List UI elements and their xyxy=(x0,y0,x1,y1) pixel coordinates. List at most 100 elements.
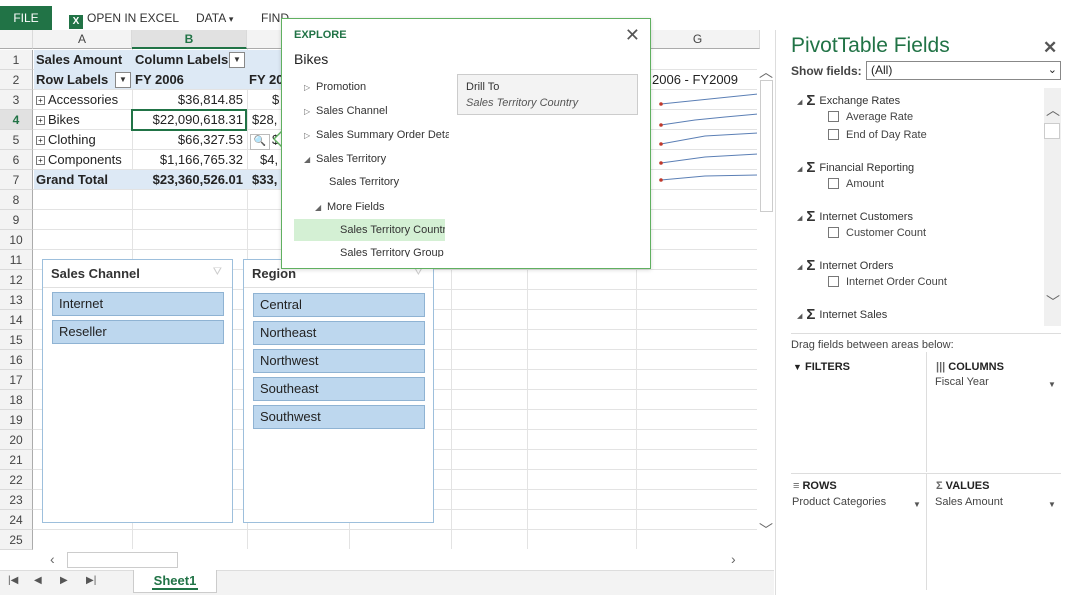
expand-icon[interactable]: + xyxy=(36,136,45,145)
expand-icon[interactable]: + xyxy=(36,96,45,105)
row-header[interactable]: 10 xyxy=(0,230,33,250)
collapse-arrow-icon[interactable]: ◢ xyxy=(797,166,802,173)
tree-item-sales-territory-country[interactable]: Sales Territory Country xyxy=(340,224,445,236)
prev-sheet-icon[interactable]: ◀ xyxy=(34,575,42,586)
slicer-item-southwest[interactable]: Southwest xyxy=(253,405,425,429)
field-group-internet-orders[interactable]: ◢ Σ Internet Orders xyxy=(797,257,893,274)
fields-scroll-thumb[interactable] xyxy=(1044,123,1060,139)
scroll-right-icon[interactable]: › xyxy=(731,551,736,567)
scroll-left-icon[interactable]: ‹ xyxy=(50,551,55,567)
field-amount[interactable]: Amount xyxy=(828,178,884,190)
cell-a1[interactable]: Sales Amount xyxy=(34,50,132,70)
tree-item-sales-summary[interactable]: ▷ Sales Summary Order Deta xyxy=(304,129,449,141)
file-tab[interactable]: FILE xyxy=(0,6,52,30)
horizontal-scroll-thumb[interactable] xyxy=(67,552,178,568)
tree-item-more-fields[interactable]: ◢ More Fields xyxy=(315,201,384,213)
row-header[interactable]: 25 xyxy=(0,530,33,550)
field-average-rate[interactable]: Average Rate xyxy=(828,111,913,123)
field-end-of-day-rate[interactable]: End of Day Rate xyxy=(828,129,927,141)
collapse-arrow-icon[interactable]: ◢ xyxy=(315,203,327,212)
row-header[interactable]: 22 xyxy=(0,470,33,490)
cell-a2[interactable]: Row Labels xyxy=(34,70,116,90)
select-all-corner[interactable] xyxy=(0,30,33,49)
expand-arrow-icon[interactable]: ▷ xyxy=(304,107,316,116)
close-icon[interactable]: ✕ xyxy=(625,25,640,46)
row-header[interactable]: 16 xyxy=(0,350,33,370)
row-header[interactable]: 1 xyxy=(0,50,33,70)
clear-filter-icon[interactable]: ⛛ xyxy=(213,266,222,279)
data-menu[interactable]: DATA ▾ xyxy=(196,6,233,30)
chevron-down-icon[interactable]: ▼ xyxy=(913,500,921,509)
row-header[interactable]: 9 xyxy=(0,210,33,230)
slicer-item-internet[interactable]: Internet xyxy=(52,292,224,316)
row-header[interactable]: 12 xyxy=(0,270,33,290)
row-header[interactable]: 2 xyxy=(0,70,33,90)
expand-icon[interactable]: + xyxy=(36,116,45,125)
cell-c2[interactable]: FY 20 xyxy=(247,70,283,90)
values-field-sales-amount[interactable]: Sales Amount xyxy=(935,496,1003,508)
last-sheet-icon[interactable]: ▶| xyxy=(86,575,96,586)
columns-field-fiscal-year[interactable]: Fiscal Year xyxy=(935,376,989,388)
field-internet-order-count[interactable]: Internet Order Count xyxy=(828,276,947,288)
checkbox[interactable] xyxy=(828,276,839,287)
row-header[interactable]: 17 xyxy=(0,370,33,390)
tree-item-sales-channel[interactable]: ▷ Sales Channel xyxy=(304,105,388,117)
row-header[interactable]: 23 xyxy=(0,490,33,510)
scroll-down-icon[interactable]: ﹀ xyxy=(1046,292,1060,312)
fields-list[interactable]: ◢ Σ Exchange Rates Average Rate End of Day… xyxy=(791,88,1061,326)
row-header[interactable]: 21 xyxy=(0,450,33,470)
cell-b6[interactable]: $1,166,765.32 xyxy=(133,150,245,170)
sheet-tab-sheet1[interactable]: Sheet1 xyxy=(133,570,217,593)
slicer-item-central[interactable]: Central xyxy=(253,293,425,317)
field-group-financial-reporting[interactable]: ◢ Σ Financial Reporting xyxy=(797,159,914,176)
row-header[interactable]: 6 xyxy=(0,150,33,170)
column-labels-filter-button[interactable]: ▼ xyxy=(229,52,245,68)
cell-b1[interactable]: Column Labels xyxy=(133,50,233,70)
slicer-item-southeast[interactable]: Southeast xyxy=(253,377,425,401)
row-header[interactable]: 8 xyxy=(0,190,33,210)
vertical-scroll-thumb[interactable] xyxy=(760,80,773,212)
scroll-down-icon[interactable]: ﹀ xyxy=(759,520,773,540)
collapse-arrow-icon[interactable]: ◢ xyxy=(304,155,316,164)
checkbox[interactable] xyxy=(828,129,839,140)
open-in-excel-button[interactable]: X OPEN IN EXCEL xyxy=(69,6,179,30)
collapse-arrow-icon[interactable]: ◢ xyxy=(797,264,802,271)
cell-b3[interactable]: $36,814.85 xyxy=(133,90,245,110)
row-header[interactable]: 13 xyxy=(0,290,33,310)
expand-arrow-icon[interactable]: ▷ xyxy=(304,131,316,140)
cell-c7[interactable]: $33, xyxy=(250,170,284,190)
row-header[interactable]: 11 xyxy=(0,250,33,270)
column-header-b[interactable]: B xyxy=(132,30,247,49)
checkbox[interactable] xyxy=(828,178,839,189)
row-header[interactable]: 20 xyxy=(0,430,33,450)
scroll-up-icon[interactable]: ︿ xyxy=(1046,100,1060,120)
collapse-arrow-icon[interactable]: ◢ xyxy=(797,215,802,222)
drill-to-button[interactable]: Drill To Sales Territory Country xyxy=(457,74,638,115)
first-sheet-icon[interactable]: |◀ xyxy=(8,575,18,586)
cell-a7[interactable]: Grand Total xyxy=(34,170,132,190)
checkbox[interactable] xyxy=(828,111,839,122)
checkbox[interactable] xyxy=(828,227,839,238)
row-header[interactable]: 18 xyxy=(0,390,33,410)
row-labels-filter-button[interactable]: ▼ xyxy=(115,72,131,88)
row-header[interactable]: 4 xyxy=(0,110,33,130)
cell-g2[interactable]: 2006 - FY2009 xyxy=(650,70,760,90)
collapse-arrow-icon[interactable]: ◢ xyxy=(797,99,802,106)
cell-a4[interactable]: + Bikes xyxy=(34,110,132,130)
collapse-arrow-icon[interactable]: ◢ xyxy=(797,313,802,320)
row-header[interactable]: 15 xyxy=(0,330,33,350)
cell-a5[interactable]: + Clothing xyxy=(34,130,132,150)
expand-arrow-icon[interactable]: ▷ xyxy=(304,83,316,92)
field-group-internet-sales[interactable]: ◢ Σ Internet Sales xyxy=(797,306,887,323)
slicer-item-northeast[interactable]: Northeast xyxy=(253,321,425,345)
row-header[interactable]: 24 xyxy=(0,510,33,530)
slicer-item-reseller[interactable]: Reseller xyxy=(52,320,224,344)
next-sheet-icon[interactable]: ▶ xyxy=(60,575,68,586)
row-header[interactable]: 3 xyxy=(0,90,33,110)
cell-a3[interactable]: + Accessories xyxy=(34,90,132,110)
rows-field-product-categories[interactable]: Product Categories xyxy=(792,496,886,508)
chevron-down-icon[interactable]: ▼ xyxy=(1048,500,1056,509)
chevron-down-icon[interactable]: ▼ xyxy=(1048,380,1056,389)
row-header[interactable]: 14 xyxy=(0,310,33,330)
expand-icon[interactable]: + xyxy=(36,156,45,165)
